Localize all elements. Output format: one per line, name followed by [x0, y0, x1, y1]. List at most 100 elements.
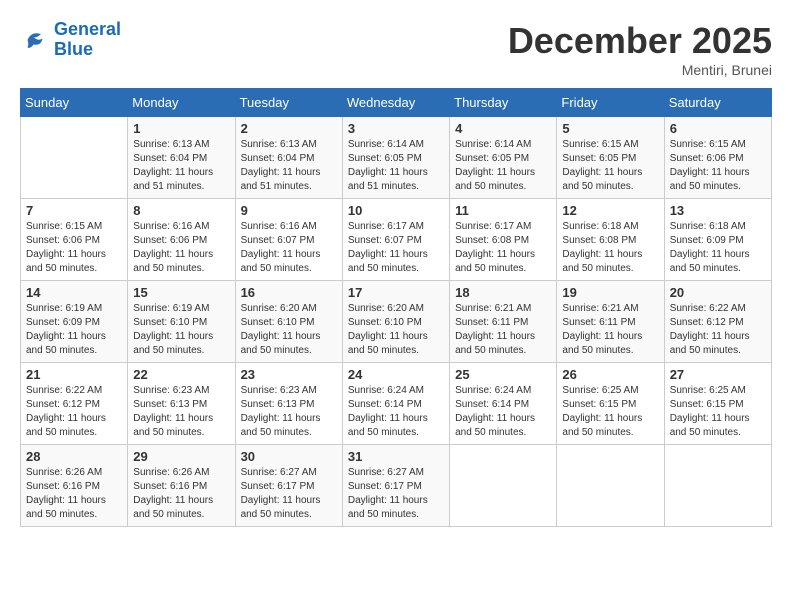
day-number: 1 [133, 121, 229, 136]
header-day-tuesday: Tuesday [235, 89, 342, 117]
day-info: Sunrise: 6:15 AM Sunset: 6:05 PM Dayligh… [562, 138, 658, 194]
calendar-cell: 14 Sunrise: 6:19 AM Sunset: 6:09 PM Dayli… [21, 281, 128, 363]
calendar-cell: 4Sunrise: 6:14 AM Sunset: 6:05 PM Daylig… [450, 117, 557, 199]
header-day-sunday: Sunday [21, 89, 128, 117]
day-number: 23 [241, 367, 337, 382]
day-number: 5 [562, 121, 658, 136]
day-number: 22 [133, 367, 229, 382]
calendar-cell [450, 445, 557, 527]
calendar-cell: 12Sunrise: 6:18 AM Sunset: 6:08 PM Dayli… [557, 199, 664, 281]
day-info: Sunrise: 6:13 AM Sunset: 6:04 PM Dayligh… [133, 138, 229, 194]
calendar-cell: 3 Sunrise: 6:14 AM Sunset: 6:05 PM Daylig… [342, 117, 449, 199]
day-number: 10 [348, 203, 444, 218]
day-info: Sunrise: 6:23 AM Sunset: 6:13 PM Dayligh… [133, 384, 229, 440]
day-number: 24 [348, 367, 444, 382]
day-info: Sunrise: 6:19 AM Sunset: 6:09 PM Dayligh… [26, 302, 122, 358]
calendar-cell: 5 Sunrise: 6:15 AM Sunset: 6:05 PM Daylig… [557, 117, 664, 199]
week-row-1: 1 Sunrise: 6:13 AM Sunset: 6:04 PM Daylig… [21, 117, 772, 199]
day-info: Sunrise: 6:20 AM Sunset: 6:10 PM Dayligh… [241, 302, 337, 358]
week-row-4: 21 Sunrise: 6:22 AM Sunset: 6:12 PM Dayli… [21, 363, 772, 445]
day-number: 27 [670, 367, 766, 382]
day-number: 28 [26, 449, 122, 464]
day-info: Sunrise: 6:24 AM Sunset: 6:14 PM Dayligh… [348, 384, 444, 440]
calendar-cell: 20Sunrise: 6:22 AM Sunset: 6:12 PM Dayli… [664, 281, 771, 363]
day-number: 13 [670, 203, 766, 218]
day-info: Sunrise: 6:20 AM Sunset: 6:10 PM Dayligh… [348, 302, 444, 358]
day-number: 29 [133, 449, 229, 464]
calendar-cell: 2Sunrise: 6:13 AM Sunset: 6:04 PM Daylig… [235, 117, 342, 199]
header-day-wednesday: Wednesday [342, 89, 449, 117]
logo: General Blue [20, 20, 121, 60]
calendar-cell: 9Sunrise: 6:16 AM Sunset: 6:07 PM Daylig… [235, 199, 342, 281]
calendar-cell: 13 Sunrise: 6:18 AM Sunset: 6:09 PM Dayli… [664, 199, 771, 281]
calendar-cell [21, 117, 128, 199]
calendar-cell: 19 Sunrise: 6:21 AM Sunset: 6:11 PM Dayli… [557, 281, 664, 363]
calendar-cell: 28Sunrise: 6:26 AM Sunset: 6:16 PM Dayli… [21, 445, 128, 527]
calendar-cell: 18 Sunrise: 6:21 AM Sunset: 6:11 PM Dayli… [450, 281, 557, 363]
day-info: Sunrise: 6:16 AM Sunset: 6:06 PM Dayligh… [133, 220, 229, 276]
calendar-cell: 27 Sunrise: 6:25 AM Sunset: 6:15 PM Dayli… [664, 363, 771, 445]
calendar-cell: 26 Sunrise: 6:25 AM Sunset: 6:15 PM Dayli… [557, 363, 664, 445]
day-number: 26 [562, 367, 658, 382]
calendar-cell: 8Sunrise: 6:16 AM Sunset: 6:06 PM Daylig… [128, 199, 235, 281]
day-number: 7 [26, 203, 122, 218]
week-row-5: 28Sunrise: 6:26 AM Sunset: 6:16 PM Dayli… [21, 445, 772, 527]
day-info: Sunrise: 6:21 AM Sunset: 6:11 PM Dayligh… [562, 302, 658, 358]
page-header: General Blue December 2025 Mentiri, Brun… [20, 20, 772, 78]
calendar-table: SundayMondayTuesdayWednesdayThursdayFrid… [20, 88, 772, 527]
day-number: 19 [562, 285, 658, 300]
calendar-cell: 16 Sunrise: 6:20 AM Sunset: 6:10 PM Dayli… [235, 281, 342, 363]
day-number: 30 [241, 449, 337, 464]
day-number: 11 [455, 203, 551, 218]
calendar-cell: 30 Sunrise: 6:27 AM Sunset: 6:17 PM Dayli… [235, 445, 342, 527]
day-info: Sunrise: 6:19 AM Sunset: 6:10 PM Dayligh… [133, 302, 229, 358]
day-info: Sunrise: 6:21 AM Sunset: 6:11 PM Dayligh… [455, 302, 551, 358]
day-number: 2 [241, 121, 337, 136]
calendar-header-row: SundayMondayTuesdayWednesdayThursdayFrid… [21, 89, 772, 117]
day-info: Sunrise: 6:25 AM Sunset: 6:15 PM Dayligh… [670, 384, 766, 440]
day-number: 25 [455, 367, 551, 382]
calendar-cell [557, 445, 664, 527]
day-info: Sunrise: 6:25 AM Sunset: 6:15 PM Dayligh… [562, 384, 658, 440]
day-info: Sunrise: 6:22 AM Sunset: 6:12 PM Dayligh… [26, 384, 122, 440]
day-number: 31 [348, 449, 444, 464]
day-number: 4 [455, 121, 551, 136]
week-row-3: 14 Sunrise: 6:19 AM Sunset: 6:09 PM Dayli… [21, 281, 772, 363]
calendar-cell: 21 Sunrise: 6:22 AM Sunset: 6:12 PM Dayli… [21, 363, 128, 445]
day-number: 15 [133, 285, 229, 300]
calendar-cell: 25Sunrise: 6:24 AM Sunset: 6:14 PM Dayli… [450, 363, 557, 445]
day-number: 18 [455, 285, 551, 300]
header-day-friday: Friday [557, 89, 664, 117]
calendar-cell: 17Sunrise: 6:20 AM Sunset: 6:10 PM Dayli… [342, 281, 449, 363]
header-day-thursday: Thursday [450, 89, 557, 117]
logo-icon [20, 25, 50, 55]
calendar-cell: 15 Sunrise: 6:19 AM Sunset: 6:10 PM Dayli… [128, 281, 235, 363]
day-info: Sunrise: 6:23 AM Sunset: 6:13 PM Dayligh… [241, 384, 337, 440]
header-day-monday: Monday [128, 89, 235, 117]
day-info: Sunrise: 6:14 AM Sunset: 6:05 PM Dayligh… [348, 138, 444, 194]
day-info: Sunrise: 6:17 AM Sunset: 6:07 PM Dayligh… [348, 220, 444, 276]
day-number: 16 [241, 285, 337, 300]
header-day-saturday: Saturday [664, 89, 771, 117]
day-info: Sunrise: 6:27 AM Sunset: 6:17 PM Dayligh… [348, 466, 444, 522]
calendar-body: 1 Sunrise: 6:13 AM Sunset: 6:04 PM Daylig… [21, 117, 772, 527]
day-info: Sunrise: 6:18 AM Sunset: 6:08 PM Dayligh… [562, 220, 658, 276]
calendar-cell: 10 Sunrise: 6:17 AM Sunset: 6:07 PM Dayli… [342, 199, 449, 281]
day-info: Sunrise: 6:27 AM Sunset: 6:17 PM Dayligh… [241, 466, 337, 522]
calendar-cell: 11Sunrise: 6:17 AM Sunset: 6:08 PM Dayli… [450, 199, 557, 281]
week-row-2: 7Sunrise: 6:15 AM Sunset: 6:06 PM Daylig… [21, 199, 772, 281]
calendar-cell: 24 Sunrise: 6:24 AM Sunset: 6:14 PM Dayli… [342, 363, 449, 445]
day-info: Sunrise: 6:22 AM Sunset: 6:12 PM Dayligh… [670, 302, 766, 358]
calendar-cell: 29Sunrise: 6:26 AM Sunset: 6:16 PM Dayli… [128, 445, 235, 527]
day-number: 3 [348, 121, 444, 136]
logo-text-line2: Blue [54, 40, 121, 60]
month-title: December 2025 [508, 20, 772, 62]
day-number: 14 [26, 285, 122, 300]
day-info: Sunrise: 6:18 AM Sunset: 6:09 PM Dayligh… [670, 220, 766, 276]
calendar-cell: 23 Sunrise: 6:23 AM Sunset: 6:13 PM Dayli… [235, 363, 342, 445]
calendar-cell: 6Sunrise: 6:15 AM Sunset: 6:06 PM Daylig… [664, 117, 771, 199]
day-info: Sunrise: 6:16 AM Sunset: 6:07 PM Dayligh… [241, 220, 337, 276]
day-number: 21 [26, 367, 122, 382]
calendar-cell: 31 Sunrise: 6:27 AM Sunset: 6:17 PM Dayli… [342, 445, 449, 527]
location-subtitle: Mentiri, Brunei [508, 62, 772, 78]
